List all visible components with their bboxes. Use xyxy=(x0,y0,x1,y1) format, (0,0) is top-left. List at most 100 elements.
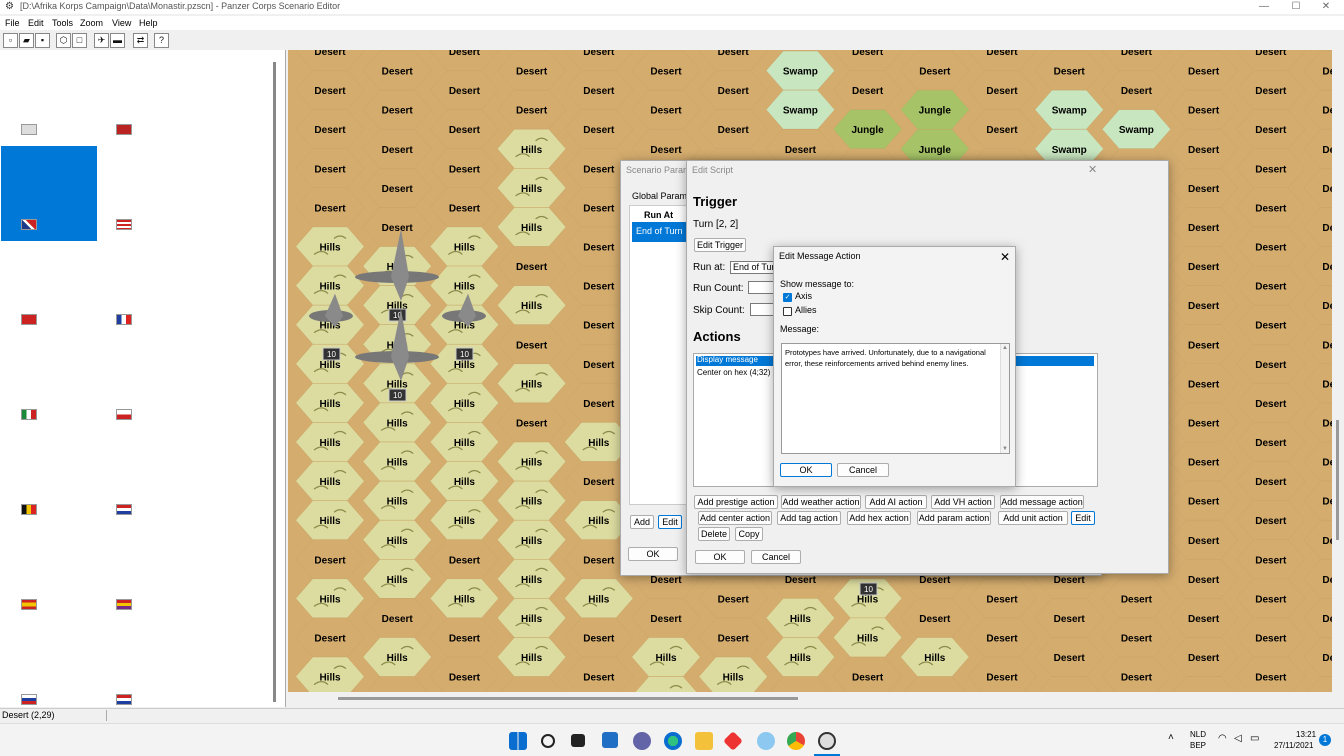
delete-action-button[interactable]: Delete xyxy=(698,527,730,541)
flag-netherlands-icon[interactable] xyxy=(116,504,132,515)
flag-belgium-icon[interactable] xyxy=(21,504,37,515)
new-file-icon[interactable]: ▫ xyxy=(3,33,18,48)
close-icon[interactable]: ✕ xyxy=(1306,0,1344,14)
flag-poland-icon[interactable] xyxy=(116,409,132,420)
add-message-action-button[interactable]: Add message action xyxy=(1000,495,1084,509)
volume-icon[interactable]: ◁ xyxy=(1234,733,1242,744)
global-params-tab[interactable]: Global Parame xyxy=(632,191,692,201)
hex-tile[interactable] xyxy=(632,676,701,692)
run-at-select[interactable]: End of Turn xyxy=(730,261,776,274)
menu-edit[interactable]: Edit xyxy=(28,16,44,30)
scroll-up-icon[interactable]: ▲ xyxy=(1002,345,1008,351)
scenario-editor-taskbar-icon[interactable] xyxy=(818,732,836,750)
flag-croatia-icon[interactable] xyxy=(116,694,132,705)
message-scrollbar[interactable]: ▲ ▼ xyxy=(1000,344,1009,453)
allies-checkbox[interactable] xyxy=(783,307,792,316)
flag-slovakia-icon[interactable] xyxy=(21,694,37,705)
flag-uk-icon[interactable] xyxy=(21,219,37,230)
add-script-button[interactable]: Add xyxy=(630,515,654,529)
aircraft-unit[interactable]: 10 xyxy=(859,582,878,596)
hex-tile[interactable] xyxy=(766,676,835,692)
flag-spain-republic-icon[interactable] xyxy=(116,599,132,610)
message-dialog-close-icon[interactable]: ✕ xyxy=(1000,250,1010,264)
add-weather-action-button[interactable]: Add weather action xyxy=(781,495,861,509)
hex-terrain-label: Hills xyxy=(521,536,543,547)
title-bar: ⚙ [D:\Afrika Korps Campaign\Data\Monasti… xyxy=(0,0,1344,14)
scenario-ok-button[interactable]: OK xyxy=(628,547,678,561)
flag-ussr-icon[interactable] xyxy=(21,314,37,325)
language-code[interactable]: NLD xyxy=(1190,730,1206,739)
flag-italy-icon[interactable] xyxy=(21,409,37,420)
add-unit-action-button[interactable]: Add unit action xyxy=(998,511,1068,525)
action-item[interactable]: Center on hex (4;32) xyxy=(697,368,770,377)
message-cancel-button[interactable]: Cancel xyxy=(837,463,889,477)
edit-action-button[interactable]: Edit xyxy=(1071,511,1095,525)
axis-checkbox[interactable]: ✓ xyxy=(783,293,792,302)
panel-scrollbar[interactable] xyxy=(273,62,276,702)
flag-germany-icon[interactable] xyxy=(116,124,132,135)
add-center-action-button[interactable]: Add center action xyxy=(698,511,772,525)
search-icon[interactable] xyxy=(541,734,555,748)
hex-tool-icon[interactable]: ⬡ xyxy=(56,33,71,48)
notification-badge[interactable]: 1 xyxy=(1319,734,1331,746)
battery-icon[interactable]: ▭ xyxy=(1250,733,1259,744)
edge-browser-icon[interactable] xyxy=(664,732,682,750)
script-ok-button[interactable]: OK xyxy=(695,550,745,564)
hex-tile[interactable] xyxy=(363,676,432,692)
map-vertical-scrollbar[interactable] xyxy=(1332,50,1344,692)
message-textarea[interactable]: Prototypes have arrived. Unfortunately, … xyxy=(781,343,1010,454)
clock-time[interactable]: 13:21 xyxy=(1296,730,1316,739)
tank-tool-icon[interactable]: ▬ xyxy=(110,33,125,48)
add-vh-action-button[interactable]: Add VH action xyxy=(931,495,995,509)
clock-date[interactable]: 27/11/2021 xyxy=(1274,741,1313,750)
widgets-icon[interactable] xyxy=(602,732,618,748)
tray-chevron-icon[interactable]: ˄ xyxy=(1168,732,1174,743)
copy-action-button[interactable]: Copy xyxy=(735,527,763,541)
run-count-input[interactable] xyxy=(748,281,776,294)
open-folder-icon[interactable]: ▰ xyxy=(19,33,34,48)
edit-script-close-icon[interactable]: ✕ xyxy=(1088,163,1097,176)
message-ok-button[interactable]: OK xyxy=(780,463,832,477)
chrome-icon[interactable] xyxy=(787,732,805,750)
windows-start-icon[interactable] xyxy=(509,732,527,750)
keyboard-layout[interactable]: BEP xyxy=(1190,741,1206,750)
wifi-icon[interactable]: ◠ xyxy=(1218,733,1227,744)
menu-tools[interactable]: Tools xyxy=(52,16,73,30)
chat-icon[interactable] xyxy=(633,732,651,750)
scroll-down-icon[interactable]: ▼ xyxy=(1002,446,1008,452)
units-tool-icon[interactable]: ✈ xyxy=(94,33,109,48)
menu-file[interactable]: File xyxy=(5,16,20,30)
help-tool-icon[interactable]: ? xyxy=(154,33,169,48)
hex-tile[interactable] xyxy=(1169,676,1238,692)
add-param-action-button[interactable]: Add param action xyxy=(917,511,991,525)
menu-help[interactable]: Help xyxy=(139,16,158,30)
hex-tile[interactable] xyxy=(497,676,566,692)
add-ai-action-button[interactable]: Add AI action xyxy=(865,495,927,509)
hex-terrain-label: Desert xyxy=(1188,106,1220,117)
menu-zoom[interactable]: Zoom xyxy=(80,16,103,30)
task-view-icon[interactable] xyxy=(571,734,585,747)
params-tool-icon[interactable]: ⇄ xyxy=(133,33,148,48)
app-red-icon[interactable] xyxy=(723,731,743,751)
map-horizontal-scrollbar[interactable] xyxy=(288,692,1334,707)
menu-view[interactable]: View xyxy=(112,16,131,30)
add-hex-action-button[interactable]: Add hex action xyxy=(847,511,911,525)
flag-neutral-icon[interactable] xyxy=(21,124,37,135)
add-tag-action-button[interactable]: Add tag action xyxy=(777,511,841,525)
save-icon[interactable]: ▪ xyxy=(35,33,50,48)
select-tool-icon[interactable]: □ xyxy=(72,33,87,48)
hex-terrain-label: Desert xyxy=(650,106,682,117)
hex-tile[interactable] xyxy=(901,676,970,692)
file-explorer-icon[interactable] xyxy=(695,732,713,750)
flag-usa-icon[interactable] xyxy=(116,219,132,230)
flag-france-icon[interactable] xyxy=(116,314,132,325)
hex-terrain-label: Desert xyxy=(1188,379,1220,390)
hex-tile[interactable] xyxy=(1035,676,1104,692)
edit-script-button[interactable]: Edit xyxy=(658,515,682,529)
edit-trigger-button[interactable]: Edit Trigger xyxy=(694,238,746,252)
flag-spain-icon[interactable] xyxy=(21,599,37,610)
add-prestige-action-button[interactable]: Add prestige action xyxy=(694,495,778,509)
script-cancel-button[interactable]: Cancel xyxy=(751,550,801,564)
app-blue-icon[interactable] xyxy=(757,732,775,750)
hex-terrain-label: Desert xyxy=(583,243,615,254)
